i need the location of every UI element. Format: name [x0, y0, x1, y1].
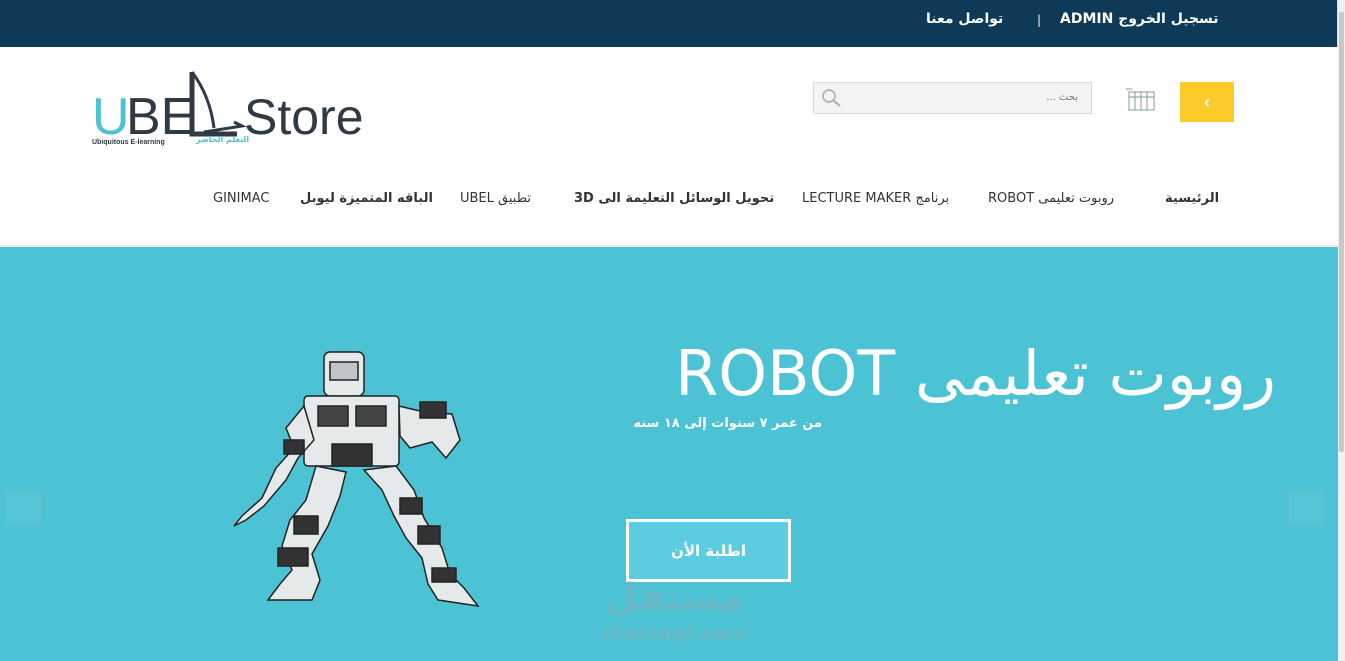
- compare-icon[interactable]: [1126, 88, 1156, 112]
- logo-store-text: Store: [244, 89, 364, 145]
- search-box: [813, 82, 1092, 114]
- contact-link[interactable]: تواصل معنا: [926, 11, 1003, 27]
- nav-item-home[interactable]: الرئيسية: [1165, 191, 1219, 206]
- svg-text:Ubiquitous E-learning: Ubiquitous E-learning: [92, 139, 165, 146]
- search-icon[interactable]: [820, 88, 842, 108]
- cart-button[interactable]: ‹: [1180, 82, 1234, 122]
- nav-item-robot[interactable]: روبوت تعليمى ROBOT: [988, 191, 1114, 206]
- page-scrollbar[interactable]: [1337, 0, 1345, 661]
- svg-text:التعلم الحاضر: التعلم الحاضر: [195, 135, 249, 144]
- mostaql-watermark: مستقل mostaql.com: [602, 575, 748, 645]
- robot-image: [224, 348, 484, 613]
- nav-item-premium-package[interactable]: الباقه المتميزة ليوبل: [300, 191, 433, 206]
- topbar-separator: |: [1037, 13, 1042, 27]
- slider-prev-arrow[interactable]: [5, 490, 41, 526]
- hero-title: روبوت تعليمى ROBOT: [675, 337, 1276, 410]
- nav-item-ginimac[interactable]: GINIMAC: [213, 191, 269, 206]
- search-input[interactable]: [848, 83, 1084, 111]
- hero-subtitle: من عمر ٧ سنوات إلى ١٨ سنه: [633, 416, 822, 431]
- scrollbar-thumb[interactable]: [1339, 12, 1344, 452]
- svg-text:BE: BE: [126, 88, 195, 146]
- slider-next-arrow[interactable]: [1288, 490, 1324, 526]
- nav-item-3d-conversion[interactable]: تحويل الوسائل التعليمة الى 3D: [574, 191, 774, 206]
- logout-link[interactable]: تسجيل الخروج ADMIN: [1060, 11, 1219, 27]
- nav-item-ubel-app[interactable]: تطبيق UBEL: [460, 191, 531, 206]
- top-bar: تسجيل الخروج ADMIN | تواصل معنا: [0, 0, 1338, 47]
- logo-brand-u: U: [92, 88, 130, 146]
- ubel-store-logo[interactable]: U BE Store Ubiquitous E-learning التعلم …: [92, 66, 392, 146]
- order-now-button[interactable]: اطلبة الأن: [626, 519, 791, 582]
- nav-item-lecture-maker[interactable]: برنامج LECTURE MAKER: [802, 191, 949, 206]
